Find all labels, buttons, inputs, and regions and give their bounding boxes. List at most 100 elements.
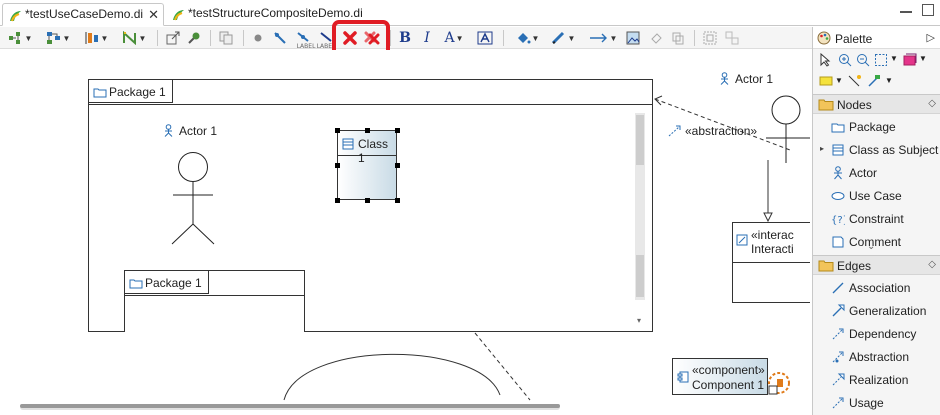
chevron-down-icon: ▼ [455,33,464,43]
drawer-edges[interactable]: Edges ◇ [813,255,940,275]
font-icon [477,31,493,45]
chevron-down-icon[interactable]: ▼ [835,76,843,85]
component-name: Component 1 [692,378,765,392]
delete-from-model-button[interactable] [363,30,381,46]
chevron-down-icon[interactable]: ▼ [919,54,927,63]
drawer-collapse-icon[interactable]: ◇ [928,98,936,109]
palette-item-realization[interactable]: Realization [813,369,940,392]
resize-handle[interactable] [395,198,400,203]
palette-item-class-as-subject[interactable]: ▸ Class as Subject [813,139,940,162]
note-tool-icon[interactable] [903,53,917,67]
palette-item-dependency[interactable]: Dependency [813,323,940,346]
palette-item-package[interactable]: Package [813,116,940,139]
pin-icon [188,32,200,44]
package-outer[interactable]: Package 1 Actor 1 Class 1 Package 1 ▾ [88,79,653,332]
scrollbar-thumb[interactable] [636,255,644,297]
palette-header: Palette ▷ [813,27,940,49]
show-in-browser-button[interactable] [165,30,181,46]
drawer-collapse-icon[interactable]: ◇ [928,259,936,270]
resize-handle[interactable] [395,163,400,168]
fill-color-dropdown[interactable]: ▼ [511,30,543,46]
palette-item-use-case[interactable]: Use Case [813,185,940,208]
label-text-a: LABEL [296,42,316,50]
resize-handle[interactable] [395,128,400,133]
diagram-canvas[interactable]: Package 1 Actor 1 Class 1 Package 1 ▾ Ac… [0,50,810,415]
chevron-down-icon[interactable]: ▼ [890,54,898,63]
pointer-icon[interactable] [819,53,833,67]
package-inner[interactable]: Package 1 [124,270,305,332]
resize-handle[interactable] [365,198,370,203]
tab-test-use-case-demo[interactable]: *testUseCaseDemo.di ✕ [2,3,164,26]
papyrus-icon [173,10,184,21]
zoom-out-icon[interactable] [856,53,870,67]
palette-item-usage[interactable]: Usage [813,392,940,415]
palette-item-actor[interactable]: Actor [813,162,940,185]
line-style-dropdown[interactable]: ▼ [118,30,150,46]
port-icon[interactable] [766,370,794,398]
resize-handle[interactable] [365,128,370,133]
group-button[interactable] [702,30,718,46]
scroll-down-icon[interactable]: ▾ [637,316,641,325]
ungroup-button[interactable] [724,30,740,46]
interaction-element[interactable]: «interac Interacti [732,222,810,303]
palette-item-constraint[interactable]: {?} Constraint [813,208,940,231]
align-dropdown[interactable]: ▼ [80,30,112,46]
actor-figure-outside[interactable] [762,93,810,163]
image-button[interactable] [625,30,641,46]
show-hide-button[interactable] [250,30,266,46]
chevron-right-icon[interactable]: ▸ [820,144,824,153]
palette-item-abstraction[interactable]: Abstraction [813,346,940,369]
palette-icon [817,31,831,45]
bold-button[interactable]: B [397,30,413,46]
maximize-button[interactable] [922,4,934,16]
package-scrollbar[interactable] [635,113,645,300]
chevron-down-icon: ▼ [24,33,33,43]
font-settings-button[interactable] [476,30,494,46]
italic-button[interactable]: I [419,30,435,46]
scrollbar-thumb[interactable] [636,115,644,165]
papyrus-icon [10,11,21,22]
note-icon[interactable] [819,74,833,88]
chevron-down-icon: ▼ [609,33,618,43]
close-icon[interactable]: ✕ [148,7,159,23]
link-tool-icon[interactable] [867,74,881,88]
actor-figure-inside[interactable] [169,151,217,247]
pin-button[interactable] [186,30,202,46]
delete-button[interactable] [341,30,359,46]
resize-handle[interactable] [335,128,340,133]
connector-icon[interactable] [847,74,861,88]
scroll-down-icon[interactable]: ⌄ [867,401,875,412]
drawer-nodes[interactable]: Nodes ◇ [813,94,940,114]
class-icon [342,138,354,150]
arrange-dropdown[interactable]: ▼ [42,30,74,46]
arrow-style-dropdown[interactable]: ▼ [586,30,620,46]
dot-icon [254,34,262,42]
resize-handle[interactable] [335,163,340,168]
collapse-palette-icon[interactable]: ▷ [927,31,935,44]
marquee-icon[interactable] [874,53,888,67]
palette-item-comment[interactable]: Comment [813,231,940,249]
scrollbar-thumb[interactable] [20,404,560,408]
palette-item-generalization[interactable]: Generalization [813,300,940,323]
font-color-dropdown[interactable]: A ▼ [441,30,467,46]
canvas-horizontal-scrollbar[interactable] [20,404,560,410]
chevron-down-icon[interactable]: ▼ [885,76,893,85]
interaction-header: «interac Interacti [733,223,810,263]
arrange-icon [46,32,60,44]
link-button[interactable] [272,30,288,46]
pen-icon [551,31,564,45]
route-icon [122,31,136,45]
line-color-dropdown[interactable]: ▼ [547,30,579,46]
select-tools-dropdown[interactable]: ▼ [4,30,36,46]
copy-format-button[interactable] [218,30,234,46]
minimize-button[interactable] [900,4,912,13]
class-element[interactable]: Class 1 [335,128,400,203]
resize-handle[interactable] [335,198,340,203]
copy-style-button[interactable] [670,30,686,46]
palette-item-association[interactable]: Association [813,277,940,300]
component-element[interactable]: «component» Component 1 [672,358,768,395]
reset-style-button[interactable] [648,30,664,46]
tab-test-structure-composite-demo[interactable]: *testStructureCompositeDemo.di [166,3,376,26]
scroll-down-icon[interactable]: ⌄ [867,241,875,252]
zoom-in-icon[interactable] [838,53,852,67]
